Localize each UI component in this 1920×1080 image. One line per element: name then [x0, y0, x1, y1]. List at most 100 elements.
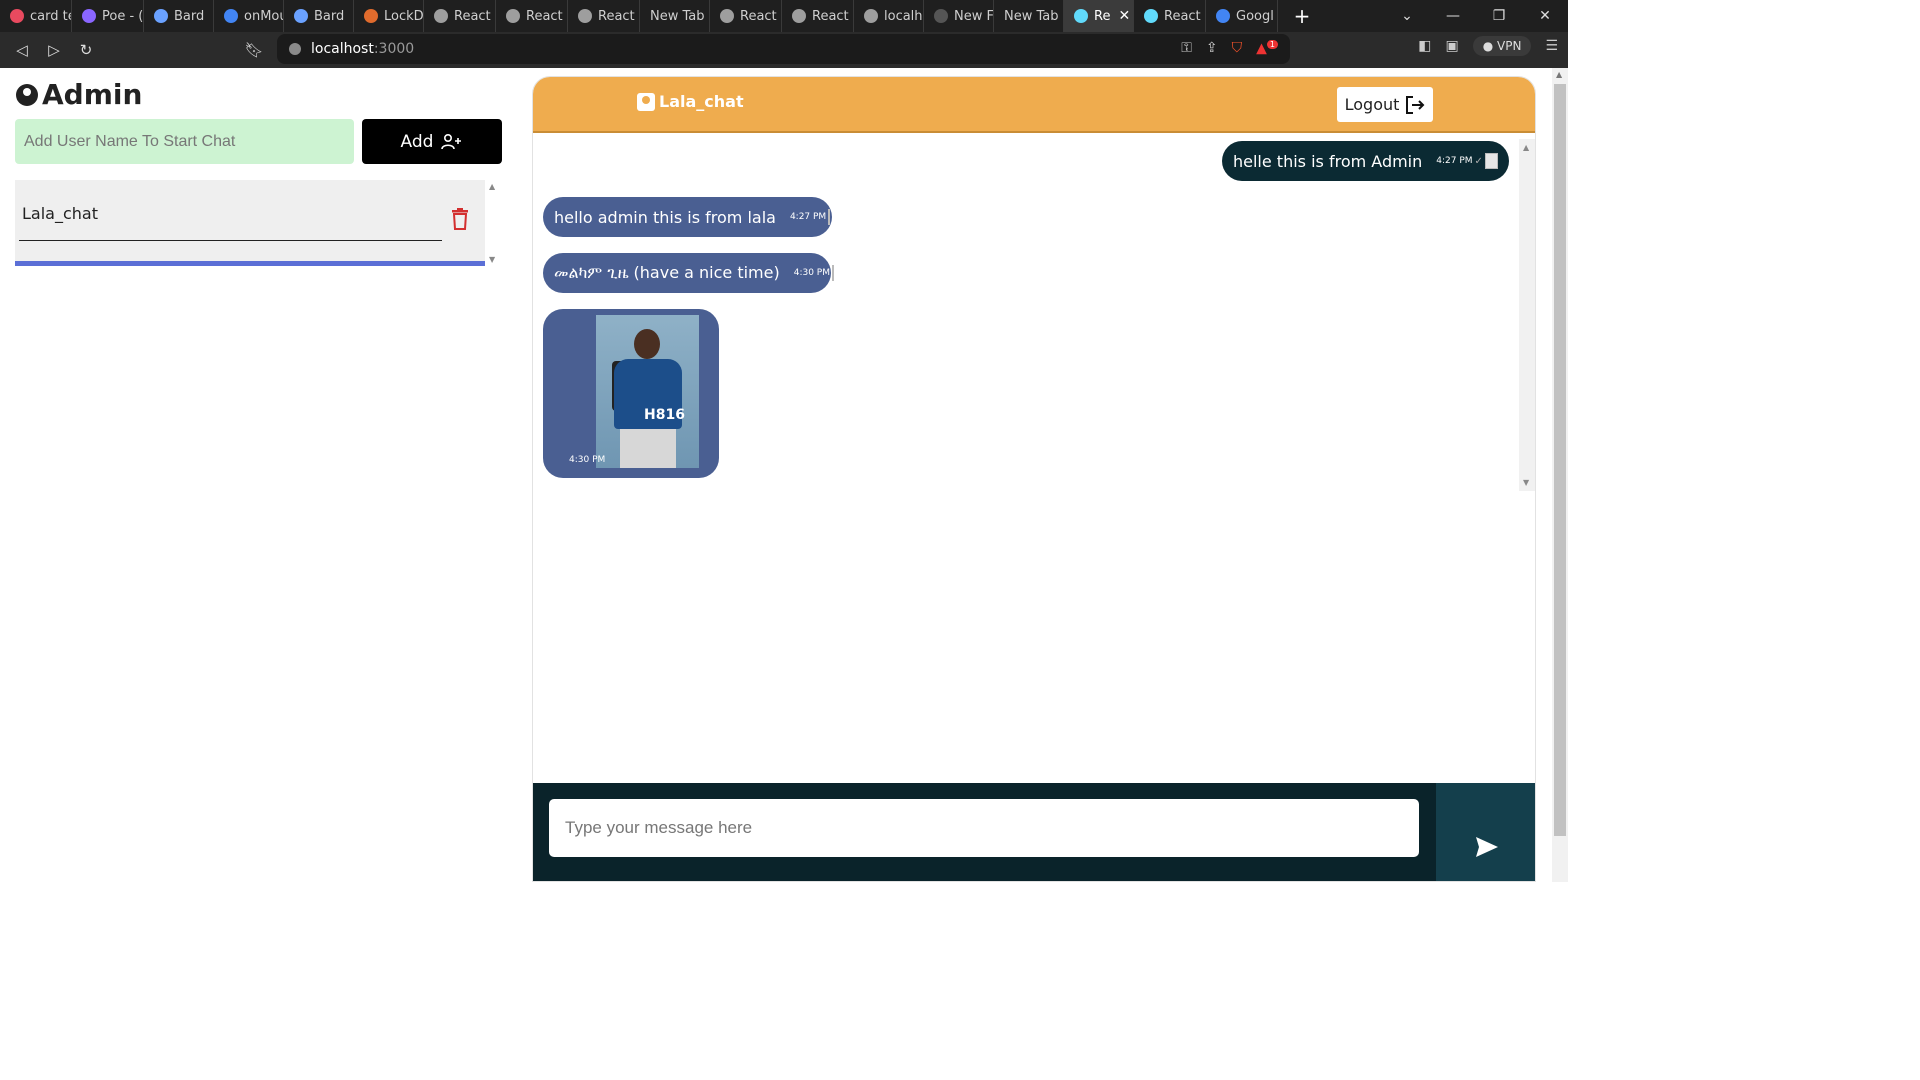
- send-button[interactable]: [1436, 783, 1535, 881]
- user-list-scrollbar[interactable]: ▲ ▼: [487, 180, 500, 266]
- scroll-down-icon[interactable]: ▼: [489, 255, 495, 264]
- tab-favicon-icon: [506, 9, 520, 23]
- shared-photo[interactable]: H816: [596, 315, 699, 468]
- tab-label: React: [526, 8, 563, 24]
- site-info-icon[interactable]: [289, 43, 301, 55]
- page-title: Admin: [16, 78, 142, 111]
- browser-tab[interactable]: Bard: [144, 0, 214, 32]
- tab-favicon-icon: [364, 9, 378, 23]
- scroll-down-icon[interactable]: ▼: [1523, 478, 1529, 487]
- broken-image-icon: [832, 265, 834, 281]
- forward-icon[interactable]: ▷: [38, 34, 70, 66]
- browser-tab[interactable]: React: [568, 0, 640, 32]
- tab-favicon-icon: [294, 9, 308, 23]
- vpn-button[interactable]: ● VPN: [1472, 36, 1532, 56]
- photo-shirt-text: H816: [644, 407, 685, 423]
- chat-app: Admin Add Lala_chat ▲ ▼: [0, 68, 1552, 882]
- browser-tab[interactable]: New F: [924, 0, 994, 32]
- sidebar-toggle-icon[interactable]: ◧: [1418, 38, 1431, 54]
- logout-label: Logout: [1344, 95, 1400, 114]
- user-list: Lala_chat ▲ ▼: [15, 180, 500, 266]
- reload-icon[interactable]: ↻: [70, 34, 102, 66]
- key-icon[interactable]: ⚿: [1181, 40, 1192, 56]
- browser-tab[interactable]: React: [782, 0, 854, 32]
- menu-icon[interactable]: ☰: [1545, 38, 1558, 54]
- tab-favicon-icon: [1144, 9, 1158, 23]
- admin-title-text: Admin: [42, 78, 143, 111]
- chat-title: Lala_chat: [637, 92, 744, 111]
- message-bubble-outgoing: helle this is from Admin 4:27 PM ✓: [1222, 141, 1509, 181]
- photo-pants: [620, 429, 676, 468]
- browser-tab[interactable]: onMou: [214, 0, 284, 32]
- tab-favicon-icon: [864, 9, 878, 23]
- tab-label: React: [1164, 8, 1201, 24]
- page-scrollbar[interactable]: ▲: [1552, 68, 1568, 882]
- logout-icon: [1406, 95, 1425, 114]
- back-icon[interactable]: ◁: [6, 34, 38, 66]
- address-bar-actions: ⚿ ⇪ ⛉ ▲ 1: [1181, 40, 1278, 57]
- list-item[interactable]: Lala_chat: [15, 180, 485, 266]
- scroll-up-icon[interactable]: ▲: [489, 182, 495, 191]
- scroll-up-icon[interactable]: ▲: [1523, 143, 1529, 152]
- bookmark-icon[interactable]: 🔖︎: [238, 34, 270, 66]
- tab-label: React: [812, 8, 849, 24]
- message-bubble-incoming: መልካም ጊዜ (have a nice time) 4:30 PM: [543, 253, 834, 293]
- url-host: localhost: [311, 41, 374, 57]
- address-bar[interactable]: localhost:3000 ⚿ ⇪ ⛉ ▲ 1: [277, 34, 1290, 64]
- browser-tab[interactable]: Re ✕: [1064, 0, 1134, 32]
- tab-favicon-icon: [434, 9, 448, 23]
- brave-rewards-icon[interactable]: ▲ 1: [1256, 40, 1278, 57]
- trash-icon[interactable]: [451, 208, 469, 230]
- message-text: መልካም ጊዜ (have a nice time): [554, 263, 780, 282]
- message-text: hello admin this is from lala: [554, 207, 776, 227]
- add-user-button[interactable]: Add: [362, 119, 502, 164]
- browser-tab[interactable]: React: [710, 0, 782, 32]
- browser-tab[interactable]: React: [424, 0, 496, 32]
- minimize-icon[interactable]: —: [1430, 8, 1476, 24]
- chat-panel: Lala_chat Logout helle this is from Admi…: [532, 76, 1536, 882]
- tab-label: LockD: [384, 8, 424, 24]
- vpn-label: VPN: [1497, 39, 1522, 53]
- tab-search-chevron-icon[interactable]: ⌄: [1384, 8, 1430, 24]
- divider: [19, 240, 442, 241]
- message-time: 4:27 PM: [789, 212, 827, 222]
- new-tab-icon[interactable]: +: [1288, 4, 1316, 28]
- url-port: :3000: [373, 41, 415, 57]
- browser-tab[interactable]: card te: [0, 0, 72, 32]
- message-input[interactable]: [549, 799, 1419, 857]
- tab-label: New F: [954, 8, 994, 24]
- scrollbar-thumb[interactable]: [1554, 84, 1566, 836]
- add-user-input[interactable]: [15, 119, 354, 164]
- tab-favicon-icon: [578, 9, 592, 23]
- image-message[interactable]: H816 4:30 PM: [543, 309, 719, 478]
- browser-tab[interactable]: Bard: [284, 0, 354, 32]
- message-scrollbar[interactable]: ▲ ▼: [1519, 139, 1535, 491]
- browser-tab[interactable]: localh: [854, 0, 924, 32]
- browser-tab[interactable]: New Tab: [994, 0, 1064, 32]
- send-icon: [1475, 837, 1498, 857]
- chat-title-text: Lala_chat: [659, 92, 744, 111]
- tab-label: Googl: [1236, 8, 1274, 24]
- close-window-icon[interactable]: ✕: [1522, 8, 1568, 24]
- browser-tab[interactable]: LockD: [354, 0, 424, 32]
- contact-icon: [637, 92, 655, 111]
- browser-tab[interactable]: New Tab: [640, 0, 710, 32]
- close-tab-icon[interactable]: ✕: [1118, 8, 1130, 24]
- add-button-label: Add: [400, 131, 434, 152]
- restore-icon[interactable]: ❐: [1476, 8, 1522, 24]
- browser-navbar: ◁ ▷ ↻ 🔖︎ localhost:3000 ⚿ ⇪ ⛉ ▲ 1 ◧ ▣ ● V…: [0, 32, 1568, 68]
- message-time: 4:30 PM: [793, 268, 830, 278]
- toolbar-right: ◧ ▣ ● VPN ☰: [1418, 36, 1558, 56]
- tab-favicon-icon: [82, 9, 96, 23]
- browser-tab[interactable]: Googl: [1206, 0, 1278, 32]
- browser-tab[interactable]: React: [1134, 0, 1206, 32]
- browser-tabbar: card te Poe - (Bard onMou Bard LockD React Rea…: [0, 0, 1568, 32]
- wallet-icon[interactable]: ▣: [1445, 38, 1458, 54]
- brave-shield-icon[interactable]: ⛉: [1232, 40, 1243, 56]
- tab-label: localh: [884, 8, 923, 24]
- logout-button[interactable]: Logout: [1337, 87, 1433, 122]
- share-icon[interactable]: ⇪: [1206, 40, 1218, 56]
- browser-tab[interactable]: Poe - (: [72, 0, 144, 32]
- browser-tab[interactable]: React: [496, 0, 568, 32]
- scroll-up-icon[interactable]: ▲: [1556, 70, 1562, 79]
